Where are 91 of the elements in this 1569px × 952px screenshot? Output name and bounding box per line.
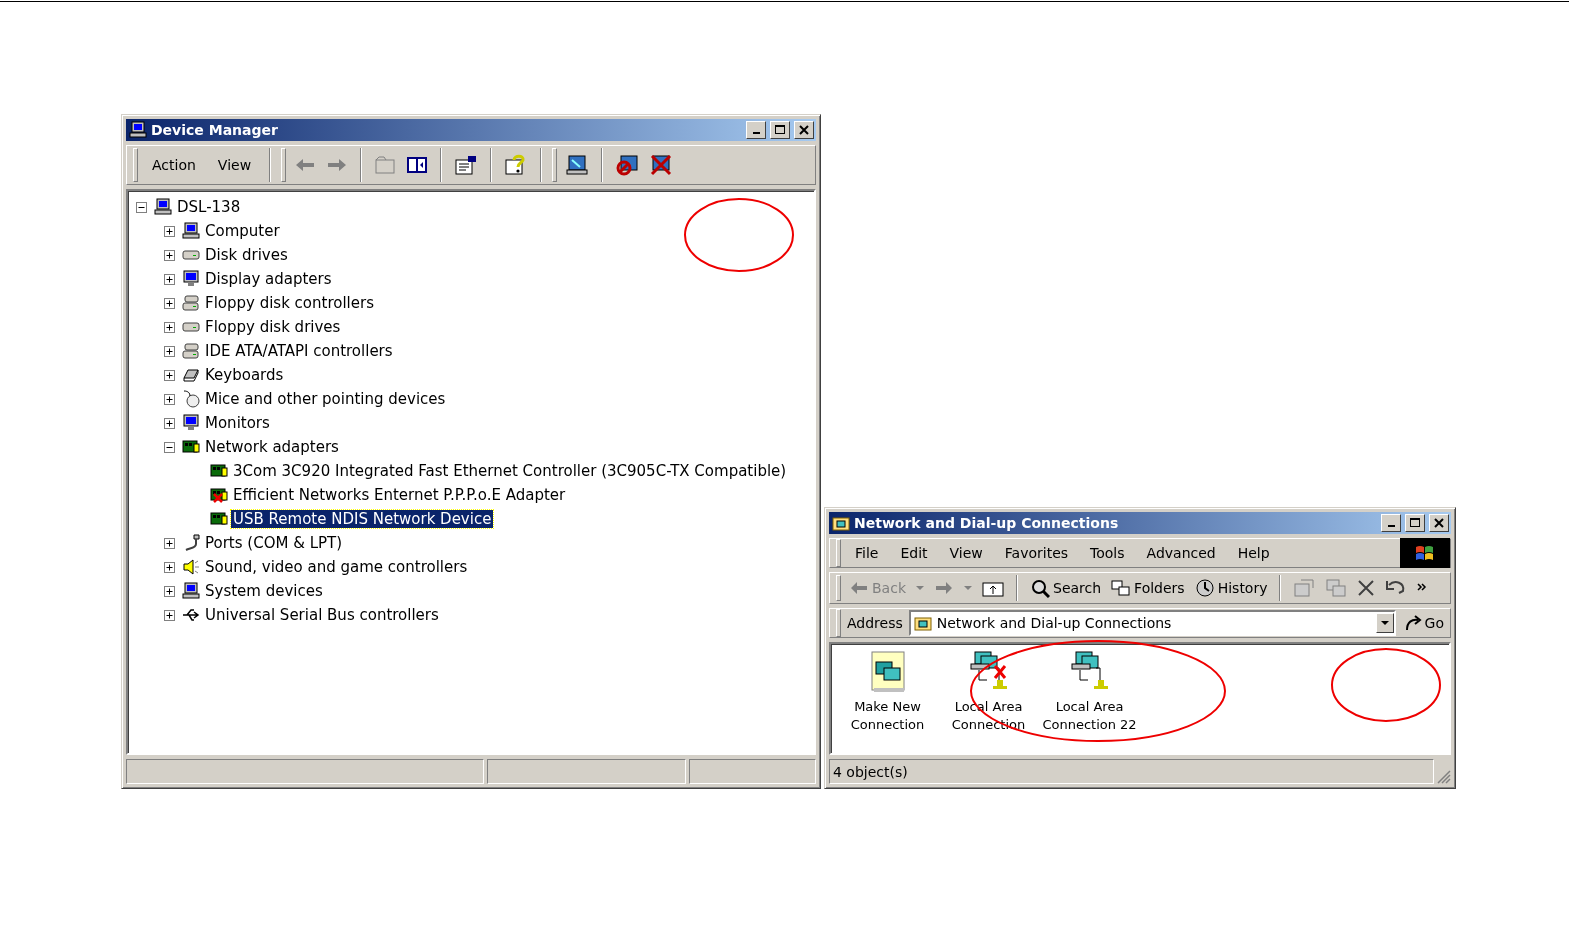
- tree-item[interactable]: Keyboards: [203, 366, 286, 384]
- collapse-icon[interactable]: [164, 441, 175, 453]
- drive-stack-icon: [182, 342, 200, 360]
- address-label: Address: [847, 615, 903, 631]
- computer-icon: [129, 121, 147, 139]
- expand-icon[interactable]: [164, 369, 175, 381]
- windows-logo: [1400, 538, 1450, 568]
- tree-item[interactable]: Sound, video and game controllers: [203, 558, 470, 576]
- tree-item[interactable]: Disk drives: [203, 246, 290, 264]
- expand-icon[interactable]: [164, 537, 175, 549]
- folders-icon: [1111, 579, 1132, 597]
- tree-item[interactable]: Ports (COM & LPT): [203, 534, 345, 552]
- monitor-icon: [182, 270, 200, 288]
- expand-icon[interactable]: [164, 225, 175, 237]
- close-button[interactable]: [1429, 514, 1449, 532]
- menu-item[interactable]: File: [847, 542, 887, 564]
- expand-icon[interactable]: [164, 393, 175, 405]
- caret-icon[interactable]: [962, 583, 974, 593]
- window-title: Network and Dial-up Connections: [854, 515, 1120, 531]
- tree-item[interactable]: Floppy disk drives: [203, 318, 343, 336]
- expand-icon[interactable]: [164, 249, 175, 261]
- dropdown-button[interactable]: [1375, 613, 1394, 633]
- menu-item[interactable]: View: [941, 542, 991, 564]
- status-text: 4 object(s): [829, 759, 1434, 784]
- address-value: Network and Dial-up Connections: [936, 615, 1172, 631]
- keyboard-icon: [182, 366, 200, 384]
- expand-icon[interactable]: [164, 585, 175, 597]
- minimize-button[interactable]: [746, 121, 766, 139]
- minimize-button[interactable]: [1381, 514, 1401, 532]
- menu-item[interactable]: Help: [1229, 542, 1278, 564]
- maximize-icon: [1410, 518, 1420, 528]
- menu-item[interactable]: Edit: [892, 542, 936, 564]
- go-button[interactable]: Go: [1401, 612, 1446, 634]
- speaker-icon: [182, 558, 200, 576]
- close-icon: [799, 125, 809, 135]
- menu-item[interactable]: Favorites: [996, 542, 1077, 564]
- collapse-icon[interactable]: [136, 201, 147, 213]
- expand-icon[interactable]: [164, 297, 175, 309]
- tree-item[interactable]: System devices: [203, 582, 325, 600]
- search-icon: [1030, 578, 1050, 598]
- drive-stack-icon: [182, 294, 200, 312]
- computer-icon: [154, 198, 172, 216]
- maximize-button[interactable]: [770, 121, 790, 139]
- tree-item[interactable]: 3Com 3C920 Integrated Fast Ethernet Controller (3C905C-TX Compatible): [231, 462, 789, 480]
- tree-item[interactable]: IDE ATA/ATAPI controllers: [203, 342, 395, 360]
- close-icon: [1434, 518, 1444, 528]
- folder-icon: [832, 515, 850, 531]
- expand-icon[interactable]: [164, 273, 175, 285]
- menu-item[interactable]: Tools: [1082, 542, 1133, 564]
- expand-icon[interactable]: [164, 561, 175, 573]
- tree-item[interactable]: Universal Serial Bus controllers: [203, 606, 441, 624]
- go-arrow-icon: [1403, 614, 1422, 632]
- caret-icon: [1380, 620, 1389, 626]
- connection-label[interactable]: Make New Connection: [837, 698, 938, 734]
- network-card-icon: [182, 438, 200, 456]
- back-icon: [849, 581, 869, 595]
- minimize-icon: [1387, 525, 1395, 527]
- tree-item[interactable]: Network adapters: [203, 438, 341, 456]
- tree-item[interactable]: Monitors: [203, 414, 272, 432]
- window-title: Device Manager: [151, 122, 279, 138]
- address-field[interactable]: Network and Dial-up Connections: [908, 610, 1396, 636]
- history-button[interactable]: History: [1192, 576, 1270, 600]
- computer-icon: [182, 582, 200, 600]
- clock-icon: [1194, 578, 1215, 598]
- caret-icon[interactable]: [914, 583, 926, 593]
- resize-grip-icon[interactable]: [1437, 770, 1451, 784]
- menu-item[interactable]: Action: [144, 154, 204, 176]
- tree-item[interactable]: Mice and other pointing devices: [203, 390, 448, 408]
- folders-button[interactable]: Folders: [1109, 577, 1187, 599]
- search-button[interactable]: Search: [1028, 576, 1104, 600]
- mouse-icon: [182, 390, 200, 408]
- tree-item[interactable]: DSL-138: [175, 198, 243, 216]
- computer-icon: [182, 222, 200, 240]
- folder-icon: [913, 615, 932, 631]
- expand-icon[interactable]: [164, 345, 175, 357]
- minimize-icon: [752, 132, 760, 134]
- close-button[interactable]: [794, 121, 814, 139]
- usb-icon: [182, 606, 200, 624]
- menu-item[interactable]: View: [209, 154, 260, 176]
- tree-item[interactable]: Floppy disk controllers: [203, 294, 376, 312]
- tree-item[interactable]: USB Remote NDIS Network Device: [231, 510, 494, 528]
- expand-icon[interactable]: [164, 417, 175, 429]
- expand-icon[interactable]: [164, 609, 175, 621]
- maximize-icon: [775, 125, 785, 135]
- monitor-icon: [182, 414, 200, 432]
- maximize-button[interactable]: [1405, 514, 1425, 532]
- connection-label[interactable]: Local Area Connection 22: [1039, 698, 1140, 734]
- menu-item[interactable]: Advanced: [1138, 542, 1224, 564]
- expand-icon[interactable]: [164, 321, 175, 333]
- tree-item[interactable]: Computer: [203, 222, 282, 240]
- tree-item[interactable]: Display adapters: [203, 270, 334, 288]
